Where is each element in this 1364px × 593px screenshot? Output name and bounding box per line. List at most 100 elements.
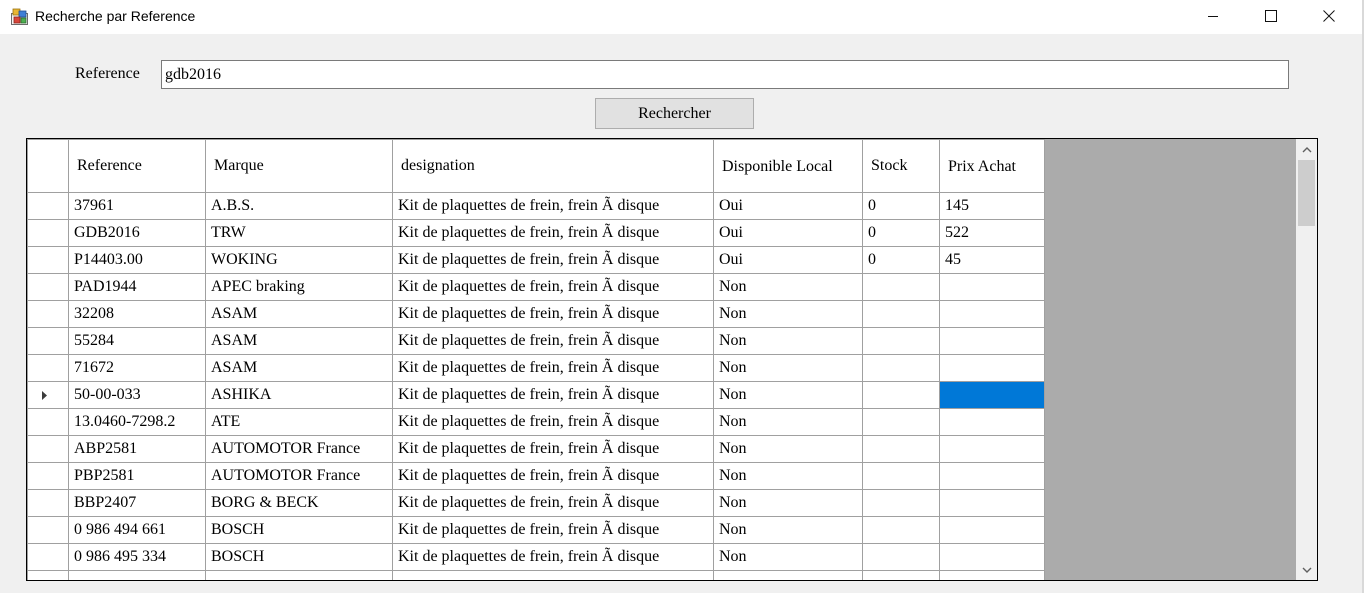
table-row[interactable]: 71672 ASAM Kit de plaquettes de frein, fre… — [27, 354, 1045, 382]
cell-prix-achat[interactable] — [939, 489, 1045, 517]
cell-disponible-local[interactable]: Non — [713, 516, 863, 544]
table-row[interactable]: 0 986 494 661 BOSCH Kit de plaquettes de f… — [27, 516, 1045, 544]
cell-disponible-local[interactable]: Non — [713, 381, 863, 409]
cell-prix-achat[interactable] — [939, 381, 1045, 409]
row-header-cell[interactable] — [27, 246, 69, 274]
cell-prix-achat[interactable] — [939, 327, 1045, 355]
cell-stock[interactable] — [862, 273, 940, 301]
cell-disponible-local[interactable]: Non — [713, 408, 863, 436]
cell-disponible-local[interactable]: Non — [713, 300, 863, 328]
row-header-cell[interactable] — [27, 300, 69, 328]
cell-prix-achat[interactable] — [939, 273, 1045, 301]
cell-stock[interactable] — [862, 570, 940, 580]
cell-marque[interactable]: TRW — [205, 219, 393, 247]
cell-marque[interactable]: APEC braking — [205, 273, 393, 301]
cell-disponible-local[interactable]: Non — [713, 273, 863, 301]
row-header-cell[interactable] — [27, 570, 69, 580]
row-header-cell[interactable] — [27, 516, 69, 544]
table-row[interactable] — [27, 570, 1045, 580]
cell-marque[interactable]: AUTOMOTOR France — [205, 435, 393, 463]
cell-stock[interactable] — [862, 489, 940, 517]
cell-marque[interactable]: ASHIKA — [205, 381, 393, 409]
table-row[interactable]: 0 986 495 334 BOSCH Kit de plaquettes de f… — [27, 543, 1045, 571]
table-row[interactable]: BBP2407 BORG & BECK Kit de plaquettes de f… — [27, 489, 1045, 517]
table-row[interactable]: 55284 ASAM Kit de plaquettes de frein, fre… — [27, 327, 1045, 355]
cell-designation[interactable]: Kit de plaquettes de frein, frein Ã disq… — [392, 192, 714, 220]
cell-designation[interactable]: Kit de plaquettes de frein, frein Ã disq… — [392, 516, 714, 544]
row-header-cell[interactable] — [27, 354, 69, 382]
row-header-cell[interactable] — [27, 435, 69, 463]
cell-prix-achat[interactable] — [939, 516, 1045, 544]
cell-reference[interactable]: BBP2407 — [68, 489, 206, 517]
column-header-marque[interactable]: Marque — [205, 139, 393, 193]
cell-disponible-local[interactable]: Non — [713, 435, 863, 463]
table-row[interactable]: P14403.00 WOKING Kit de plaquettes de frei… — [27, 246, 1045, 274]
cell-designation[interactable]: Kit de plaquettes de frein, frein Ã disq… — [392, 543, 714, 571]
row-header-cell[interactable] — [27, 381, 69, 409]
cell-stock[interactable]: 0 — [862, 246, 940, 274]
column-header-stock[interactable]: Stock — [862, 139, 940, 193]
cell-disponible-local[interactable]: Non — [713, 354, 863, 382]
row-header-cell[interactable] — [27, 543, 69, 571]
cell-stock[interactable] — [862, 516, 940, 544]
cell-disponible-local[interactable]: Non — [713, 327, 863, 355]
cell-prix-achat[interactable]: 522 — [939, 219, 1045, 247]
cell-reference[interactable]: 71672 — [68, 354, 206, 382]
cell-marque[interactable]: ASAM — [205, 327, 393, 355]
cell-designation[interactable]: Kit de plaquettes de frein, frein Ã disq… — [392, 273, 714, 301]
scroll-thumb[interactable] — [1298, 160, 1315, 226]
cell-reference[interactable]: GDB2016 — [68, 219, 206, 247]
results-grid[interactable]: Reference Marque designation Disponible … — [26, 138, 1318, 581]
column-header-designation[interactable]: designation — [392, 139, 714, 193]
cell-prix-achat[interactable] — [939, 570, 1045, 580]
cell-stock[interactable] — [862, 381, 940, 409]
cell-marque[interactable]: BOSCH — [205, 543, 393, 571]
cell-prix-achat[interactable] — [939, 543, 1045, 571]
table-row[interactable]: GDB2016 TRW Kit de plaquettes de frein, fr… — [27, 219, 1045, 247]
cell-marque[interactable]: AUTOMOTOR France — [205, 462, 393, 490]
cell-stock[interactable] — [862, 543, 940, 571]
cell-marque[interactable]: WOKING — [205, 246, 393, 274]
cell-designation[interactable]: Kit de plaquettes de frein, frein Ã disq… — [392, 489, 714, 517]
cell-prix-achat[interactable] — [939, 408, 1045, 436]
cell-reference[interactable]: 50-00-033 — [68, 381, 206, 409]
cell-designation[interactable]: Kit de plaquettes de frein, frein Ã disq… — [392, 462, 714, 490]
table-row[interactable]: 37961 A.B.S. Kit de plaquettes de frein, f… — [27, 192, 1045, 220]
cell-reference[interactable]: 0 986 494 661 — [68, 516, 206, 544]
table-row[interactable]: 13.0460-7298.2 ATE Kit de plaquettes de fr… — [27, 408, 1045, 436]
cell-designation[interactable]: Kit de plaquettes de frein, frein Ã disq… — [392, 381, 714, 409]
cell-reference[interactable]: PAD1944 — [68, 273, 206, 301]
cell-reference[interactable]: P14403.00 — [68, 246, 206, 274]
cell-reference[interactable]: ABP2581 — [68, 435, 206, 463]
scroll-up-button[interactable] — [1296, 139, 1317, 159]
cell-reference[interactable]: 0 986 495 334 — [68, 543, 206, 571]
cell-stock[interactable] — [862, 354, 940, 382]
minimize-button[interactable] — [1190, 0, 1236, 32]
cell-reference[interactable]: 32208 — [68, 300, 206, 328]
cell-stock[interactable]: 0 — [862, 192, 940, 220]
cell-disponible-local[interactable]: Non — [713, 462, 863, 490]
column-header-prix-achat[interactable]: Prix Achat — [939, 139, 1045, 193]
cell-marque[interactable]: BORG & BECK — [205, 489, 393, 517]
scroll-down-button[interactable] — [1296, 560, 1317, 580]
table-row[interactable]: 32208 ASAM Kit de plaquettes de frein, fre… — [27, 300, 1045, 328]
cell-disponible-local[interactable] — [713, 570, 863, 580]
cell-prix-achat[interactable] — [939, 462, 1045, 490]
cell-disponible-local[interactable]: Oui — [713, 219, 863, 247]
cell-reference[interactable]: 55284 — [68, 327, 206, 355]
cell-marque[interactable] — [205, 570, 393, 580]
row-header-cell[interactable] — [27, 462, 69, 490]
cell-stock[interactable] — [862, 435, 940, 463]
cell-reference[interactable]: PBP2581 — [68, 462, 206, 490]
table-row[interactable]: ABP2581 AUTOMOTOR France Kit de plaquettes… — [27, 435, 1045, 463]
cell-designation[interactable]: Kit de plaquettes de frein, frein Ã disq… — [392, 246, 714, 274]
cell-prix-achat[interactable] — [939, 354, 1045, 382]
cell-marque[interactable]: ATE — [205, 408, 393, 436]
cell-prix-achat[interactable]: 45 — [939, 246, 1045, 274]
cell-designation[interactable] — [392, 570, 714, 580]
column-header-disponible-local[interactable]: Disponible Local — [713, 139, 863, 193]
cell-designation[interactable]: Kit de plaquettes de frein, frein Ã disq… — [392, 408, 714, 436]
cell-designation[interactable]: Kit de plaquettes de frein, frein Ã disq… — [392, 300, 714, 328]
close-button[interactable] — [1306, 0, 1352, 32]
cell-prix-achat[interactable] — [939, 435, 1045, 463]
